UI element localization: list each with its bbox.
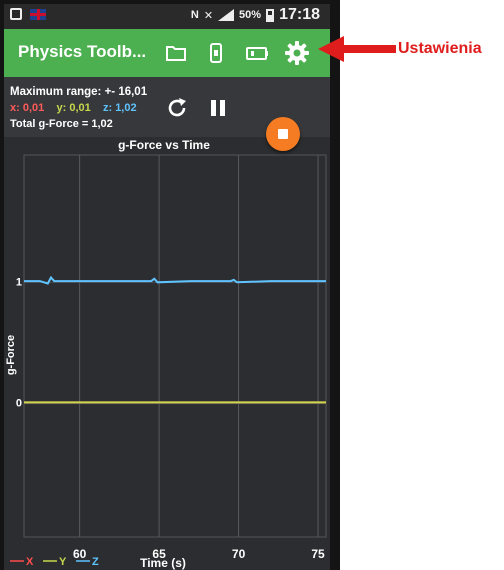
screenshot-notification-icon	[10, 8, 22, 20]
app-toolbar: Physics Toolb...	[4, 29, 330, 77]
axis-readouts: x: 0,01 y: 0,01 z: 1,02	[10, 102, 137, 114]
plot-frame	[23, 154, 327, 538]
y-tick-label: 1	[16, 276, 22, 288]
y-tick-label: 0	[16, 398, 22, 410]
chart-svg: g-Force vs Time 60 65 70 7510 Time (s) g-Fo…	[5, 138, 327, 570]
battery-percent: 50%	[239, 9, 262, 21]
stop-icon	[278, 129, 288, 139]
legend-label-z: Z	[92, 556, 99, 568]
x-tick-label: 70	[232, 547, 246, 561]
settings-annotation-label: Ustawienia	[398, 40, 482, 57]
app-title: Physics Toolb...	[18, 42, 147, 61]
total-g-force-text: Total g-Force = 1,02	[10, 118, 113, 130]
folder-icon[interactable]	[164, 41, 188, 65]
status-bar: N ✕ 50% 17:18	[4, 4, 330, 28]
g-force-chart: g-Force vs Time 60 65 70 75 1 0 Time (s) g-Fo…	[4, 137, 330, 570]
gear-icon[interactable]	[284, 40, 310, 66]
clock: 17:18	[279, 6, 320, 23]
refresh-icon[interactable]	[165, 96, 189, 120]
x-tick-label: 75	[311, 547, 325, 561]
stop-button[interactable]	[266, 117, 300, 151]
max-range-text: Maximum range: +- 16,01	[10, 86, 148, 98]
legend-label-x: X	[26, 556, 34, 568]
signal-icon	[218, 9, 235, 21]
x-readout: x: 0,01	[10, 102, 45, 114]
phone-frame: N ✕ 50% 17:18 Physics Toolb... Maximum r…	[0, 0, 340, 570]
mute-icon: ✕	[203, 9, 214, 22]
phone-icon[interactable]	[204, 41, 228, 65]
x-tick-label: 60	[73, 547, 87, 561]
x-axis-label: Time (s)	[140, 556, 186, 570]
nfc-icon: N	[190, 9, 199, 21]
annotation-arrow-icon	[318, 36, 396, 62]
z-readout: z: 1,02	[102, 102, 137, 114]
chart-title: g-Force vs Time	[118, 138, 210, 152]
y-readout: y: 0,01	[56, 102, 91, 114]
phone-screen: N ✕ 50% 17:18 Physics Toolb... Maximum r…	[4, 4, 330, 570]
uk-flag-icon	[30, 8, 46, 20]
pause-icon[interactable]	[207, 97, 229, 119]
battery-status-icon	[266, 8, 275, 22]
legend-label-y: Y	[59, 556, 67, 568]
y-axis-label: g-Force	[5, 335, 17, 375]
battery-icon[interactable]	[245, 41, 269, 65]
